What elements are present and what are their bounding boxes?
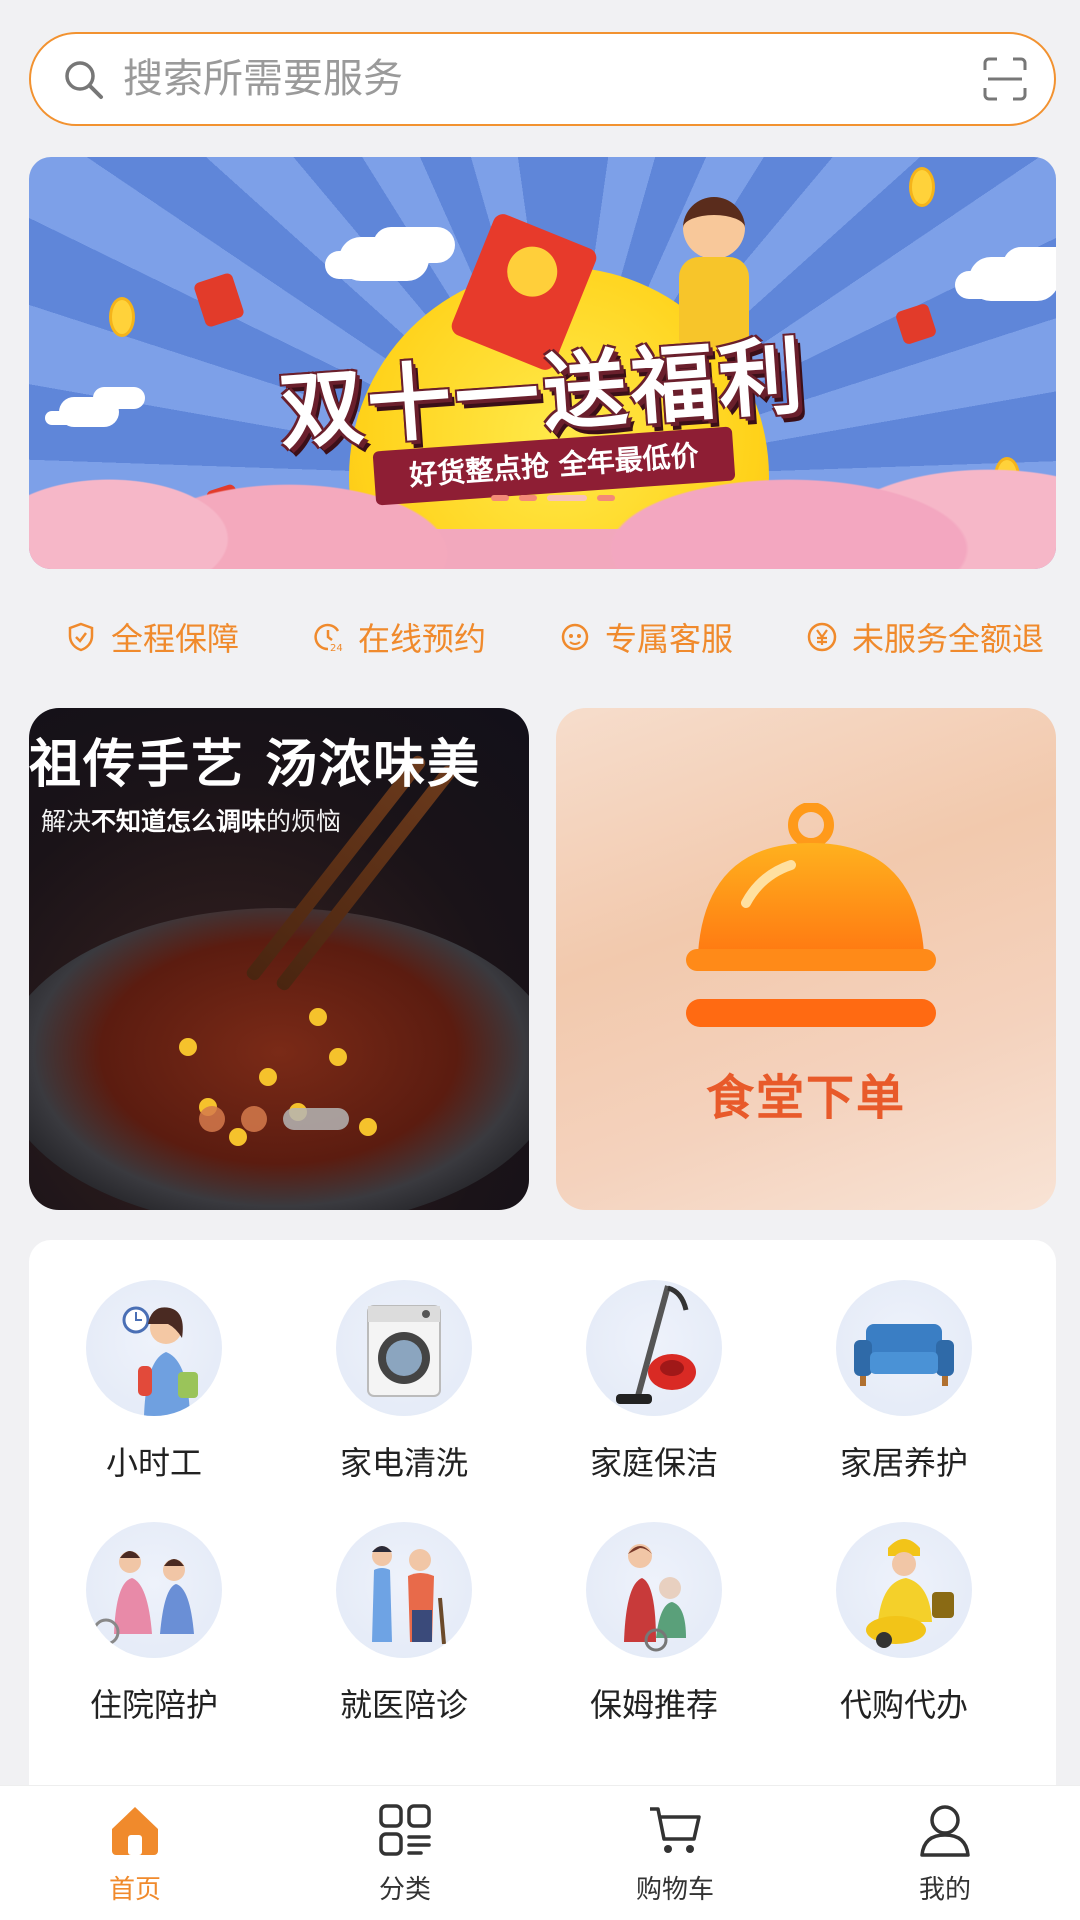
tab-label: 分类 <box>378 1874 431 1905</box>
cart-icon <box>650 1806 701 1853</box>
home-icon <box>112 1806 158 1855</box>
service-nanny[interactable]: 保姆推荐 <box>564 1522 744 1726</box>
search-bar[interactable] <box>29 32 1056 126</box>
tab-label: 首页 <box>108 1874 161 1905</box>
feature-strip: 全程保障 24 在线预约 专属客服 未服务全额退 <box>29 612 1056 662</box>
service-label: 家居养护 <box>839 1444 968 1482</box>
washing-machine-icon <box>336 1280 472 1416</box>
sofa-icon <box>836 1280 972 1416</box>
bottom-tab-bar: 首页 分类 购物车 我的 <box>0 1785 1080 1920</box>
tab-label: 我的 <box>918 1874 971 1905</box>
coin-icon <box>909 167 935 207</box>
tab-profile[interactable]: 我的 <box>845 1801 1045 1906</box>
service-label: 家电清洗 <box>339 1444 468 1482</box>
services-panel: 小时工 家电清洗 家庭保洁 家居养护 住院陪护 就医陪诊 保姆推荐 代购代办 <box>29 1240 1056 1800</box>
promo-card-stew[interactable]: 祖传手艺 汤浓味美 解决不知道怎么调味的烦恼 <box>29 708 529 1210</box>
tab-category[interactable]: 分类 <box>305 1801 505 1906</box>
medical-escort-icon <box>336 1522 472 1658</box>
feature-guarantee: 全程保障 <box>65 614 239 660</box>
service-home-cleaning[interactable]: 家庭保洁 <box>564 1280 744 1484</box>
promo-banner[interactable]: 双十一送福利 好货整点抢 全年最低价 <box>29 157 1056 569</box>
service-label: 代购代办 <box>839 1686 968 1724</box>
service-proxy-purchase[interactable]: 代购代办 <box>814 1522 994 1726</box>
red-envelope-icon <box>192 271 246 329</box>
feature-label: 全程保障 <box>111 620 240 658</box>
service-label: 住院陪护 <box>89 1686 218 1724</box>
cloche-icon <box>686 803 936 1027</box>
tab-label: 购物车 <box>635 1874 714 1905</box>
feature-label: 在线预约 <box>357 620 486 658</box>
promo-title: 祖传手艺 汤浓味美 <box>29 734 482 795</box>
cloud <box>339 237 429 281</box>
feature-label: 未服务全额退 <box>851 620 1044 658</box>
service-home-maintenance[interactable]: 家居养护 <box>814 1280 994 1484</box>
banner-pagination <box>491 495 615 501</box>
service-medical-escort[interactable]: 就医陪诊 <box>314 1522 494 1726</box>
nanny-icon <box>586 1522 722 1658</box>
service-hourly-worker[interactable]: 小时工 <box>64 1280 244 1484</box>
search-icon <box>65 61 103 99</box>
clock-24-icon: 24 <box>314 623 343 653</box>
feature-label: 专属客服 <box>604 620 733 658</box>
cleaner-woman-icon <box>86 1280 222 1416</box>
service-appliance-cleaning[interactable]: 家电清洗 <box>314 1280 494 1484</box>
promo-subtitle: 解决不知道怎么调味的烦恼 <box>41 807 342 836</box>
feature-service: 专属客服 <box>559 614 733 660</box>
promo-pagination <box>199 1106 349 1132</box>
coin-icon <box>109 297 135 337</box>
hospital-care-icon <box>86 1522 222 1658</box>
feature-booking: 24 在线预约 <box>312 614 486 660</box>
shield-check-icon <box>68 622 94 652</box>
service-label: 小时工 <box>105 1444 202 1482</box>
service-label: 家庭保洁 <box>589 1444 718 1482</box>
user-icon <box>920 1804 970 1857</box>
search-input[interactable] <box>123 56 962 102</box>
scan-icon[interactable] <box>982 56 1028 102</box>
category-icon <box>379 1803 431 1856</box>
yen-circle-icon <box>807 622 837 652</box>
vacuum-cleaner-icon <box>586 1280 722 1416</box>
canteen-order-card[interactable]: 食堂下单 <box>556 708 1056 1210</box>
delivery-rider-icon <box>836 1522 972 1658</box>
service-face-icon <box>561 623 589 651</box>
service-label: 就医陪诊 <box>339 1686 468 1724</box>
tab-cart[interactable]: 购物车 <box>575 1801 775 1906</box>
stew-pot-image <box>29 908 529 1210</box>
feature-refund: 未服务全额退 <box>806 614 1044 660</box>
canteen-order-label: 食堂下单 <box>705 1070 906 1126</box>
tab-home[interactable]: 首页 <box>35 1801 235 1906</box>
service-hospital-care[interactable]: 住院陪护 <box>64 1522 244 1726</box>
svg-text:24: 24 <box>330 643 343 653</box>
service-label: 保姆推荐 <box>589 1686 718 1724</box>
